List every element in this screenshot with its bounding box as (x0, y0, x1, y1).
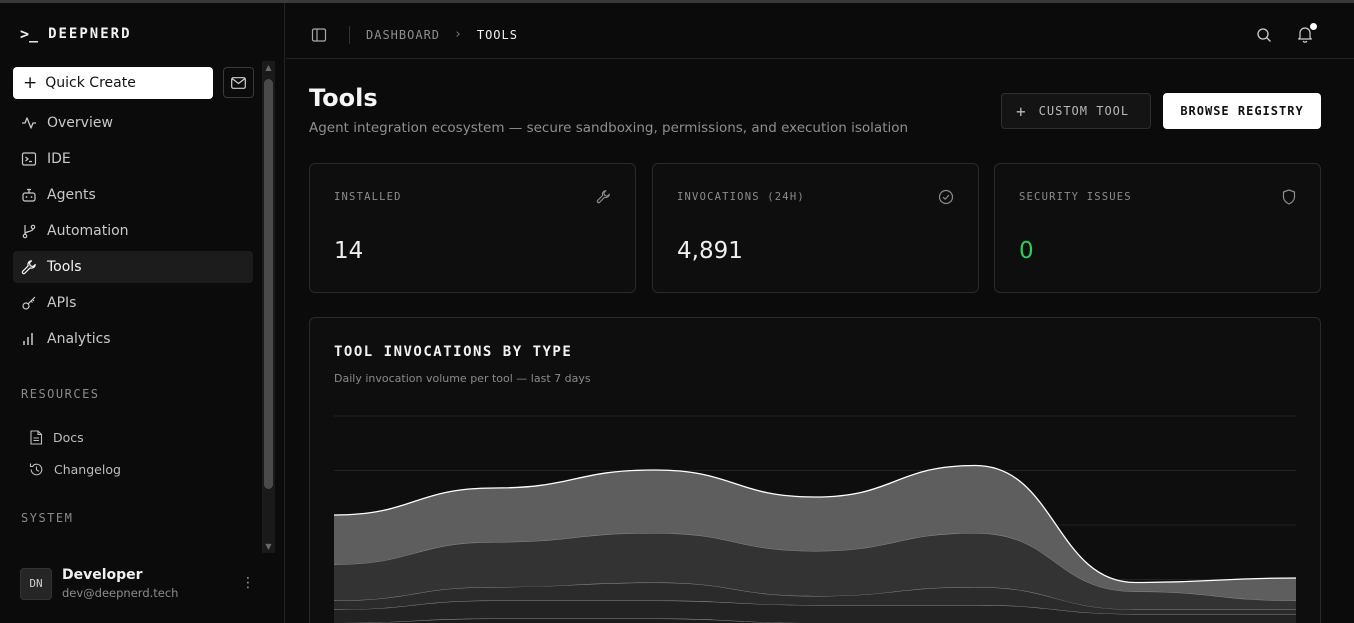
history-icon (29, 463, 43, 475)
custom-tool-button[interactable]: + CUSTOM TOOL (1001, 93, 1151, 129)
nav-label: APIs (47, 295, 77, 311)
custom-tool-label: CUSTOM TOOL (1038, 104, 1130, 118)
search-icon[interactable] (1256, 27, 1272, 47)
brand[interactable]: >_ DEEPNERD (20, 25, 132, 43)
stat-value: 4,891 (677, 238, 743, 264)
inbox-button[interactable] (223, 67, 254, 98)
resources-list: Docs Changelog (29, 421, 121, 485)
browse-registry-button[interactable]: BROWSE REGISTRY (1163, 93, 1321, 129)
quick-create-label: Quick Create (45, 75, 136, 91)
bar-chart-icon (23, 333, 33, 345)
more-vertical-icon[interactable]: ⋮ (241, 575, 255, 591)
topbar-divider (349, 26, 350, 44)
nav-item-ide[interactable]: IDE (13, 143, 253, 175)
bot-icon (22, 188, 36, 202)
resource-item-changelog[interactable]: Changelog (29, 453, 121, 485)
breadcrumb-dashboard[interactable]: DASHBOARD (366, 28, 440, 42)
plus-icon: + (23, 72, 38, 93)
sidebar: >_ DEEPNERD + Quick Create Overview IDE … (0, 3, 285, 623)
user-info: Developer dev@deepnerd.tech (62, 567, 178, 600)
resource-label: Changelog (54, 461, 121, 477)
nav-item-tools[interactable]: Tools (13, 251, 253, 283)
brand-name: DEEPNERD (48, 26, 132, 42)
nav-item-automation[interactable]: Automation (13, 215, 253, 247)
user-profile[interactable]: DN Developer dev@deepnerd.tech ⋮ (20, 567, 265, 600)
main-nav: Overview IDE Agents Automation Tools API… (13, 107, 253, 359)
stat-value: 14 (334, 238, 364, 264)
sidebar-toggle-button[interactable] (311, 27, 327, 47)
notification-dot (1310, 23, 1317, 30)
nav-label: Tools (47, 259, 82, 275)
chart-title: TOOL INVOCATIONS BY TYPE (334, 344, 573, 360)
nav-label: Agents (47, 187, 96, 203)
resource-item-docs[interactable]: Docs (29, 421, 121, 453)
nav-item-apis[interactable]: APIs (13, 287, 253, 319)
git-branch-icon (22, 224, 36, 239)
quick-actions: + Quick Create (13, 67, 254, 99)
system-heading: SYSTEM (21, 511, 74, 525)
page-subtitle: Agent integration ecosystem — secure san… (309, 120, 909, 136)
avatar: DN (20, 567, 52, 600)
activity-icon (22, 117, 36, 129)
wrench-icon (596, 189, 611, 208)
sidebar-scrollbar[interactable]: ▲ ▼ (262, 61, 275, 553)
topbar: DASHBOARD › TOOLS (286, 3, 1354, 59)
shield-icon (1282, 189, 1296, 209)
chevron-right-icon: › (454, 27, 463, 42)
stat-label: INVOCATIONS (24H) (677, 191, 805, 203)
breadcrumb: DASHBOARD › TOOLS (366, 27, 518, 42)
panel-left-icon (311, 28, 327, 42)
chart-card: TOOL INVOCATIONS BY TYPE Daily invocatio… (309, 317, 1321, 623)
nav-label: Automation (47, 223, 129, 239)
stat-card-security: SECURITY ISSUES 0 (994, 163, 1321, 293)
stat-label: SECURITY ISSUES (1019, 191, 1132, 203)
scroll-down-arrow-icon[interactable]: ▼ (262, 542, 275, 551)
key-icon (22, 296, 36, 310)
stat-label: INSTALLED (334, 191, 402, 203)
nav-label: IDE (47, 151, 71, 167)
quick-create-button[interactable]: + Quick Create (13, 67, 213, 99)
file-icon (30, 429, 43, 445)
breadcrumb-current: TOOLS (476, 27, 518, 42)
stacked-area-chart (334, 415, 1296, 623)
nav-item-overview[interactable]: Overview (13, 107, 253, 139)
nav-item-analytics[interactable]: Analytics (13, 323, 253, 355)
resources-heading: RESOURCES (21, 387, 100, 401)
stat-value: 0 (1019, 238, 1034, 264)
check-circle-icon (938, 189, 954, 209)
nav-label: Overview (47, 115, 113, 131)
chart-subtitle: Daily invocation volume per tool — last … (334, 372, 591, 385)
terminal-icon (21, 152, 37, 166)
plus-icon: + (1016, 101, 1027, 121)
mail-icon (231, 76, 246, 89)
scrollbar-thumb[interactable] (264, 79, 273, 489)
stat-card-invocations: INVOCATIONS (24H) 4,891 (652, 163, 979, 293)
stat-card-installed: INSTALLED 14 (309, 163, 636, 293)
terminal-prompt-icon: >_ (20, 25, 39, 43)
scroll-up-arrow-icon[interactable]: ▲ (262, 63, 275, 72)
nav-label: Analytics (47, 331, 111, 347)
user-name: Developer (62, 567, 143, 583)
wrench-icon (21, 260, 36, 275)
user-email: dev@deepnerd.tech (62, 586, 179, 600)
nav-item-agents[interactable]: Agents (13, 179, 253, 211)
resource-label: Docs (53, 429, 84, 445)
page-title: Tools (309, 84, 378, 112)
